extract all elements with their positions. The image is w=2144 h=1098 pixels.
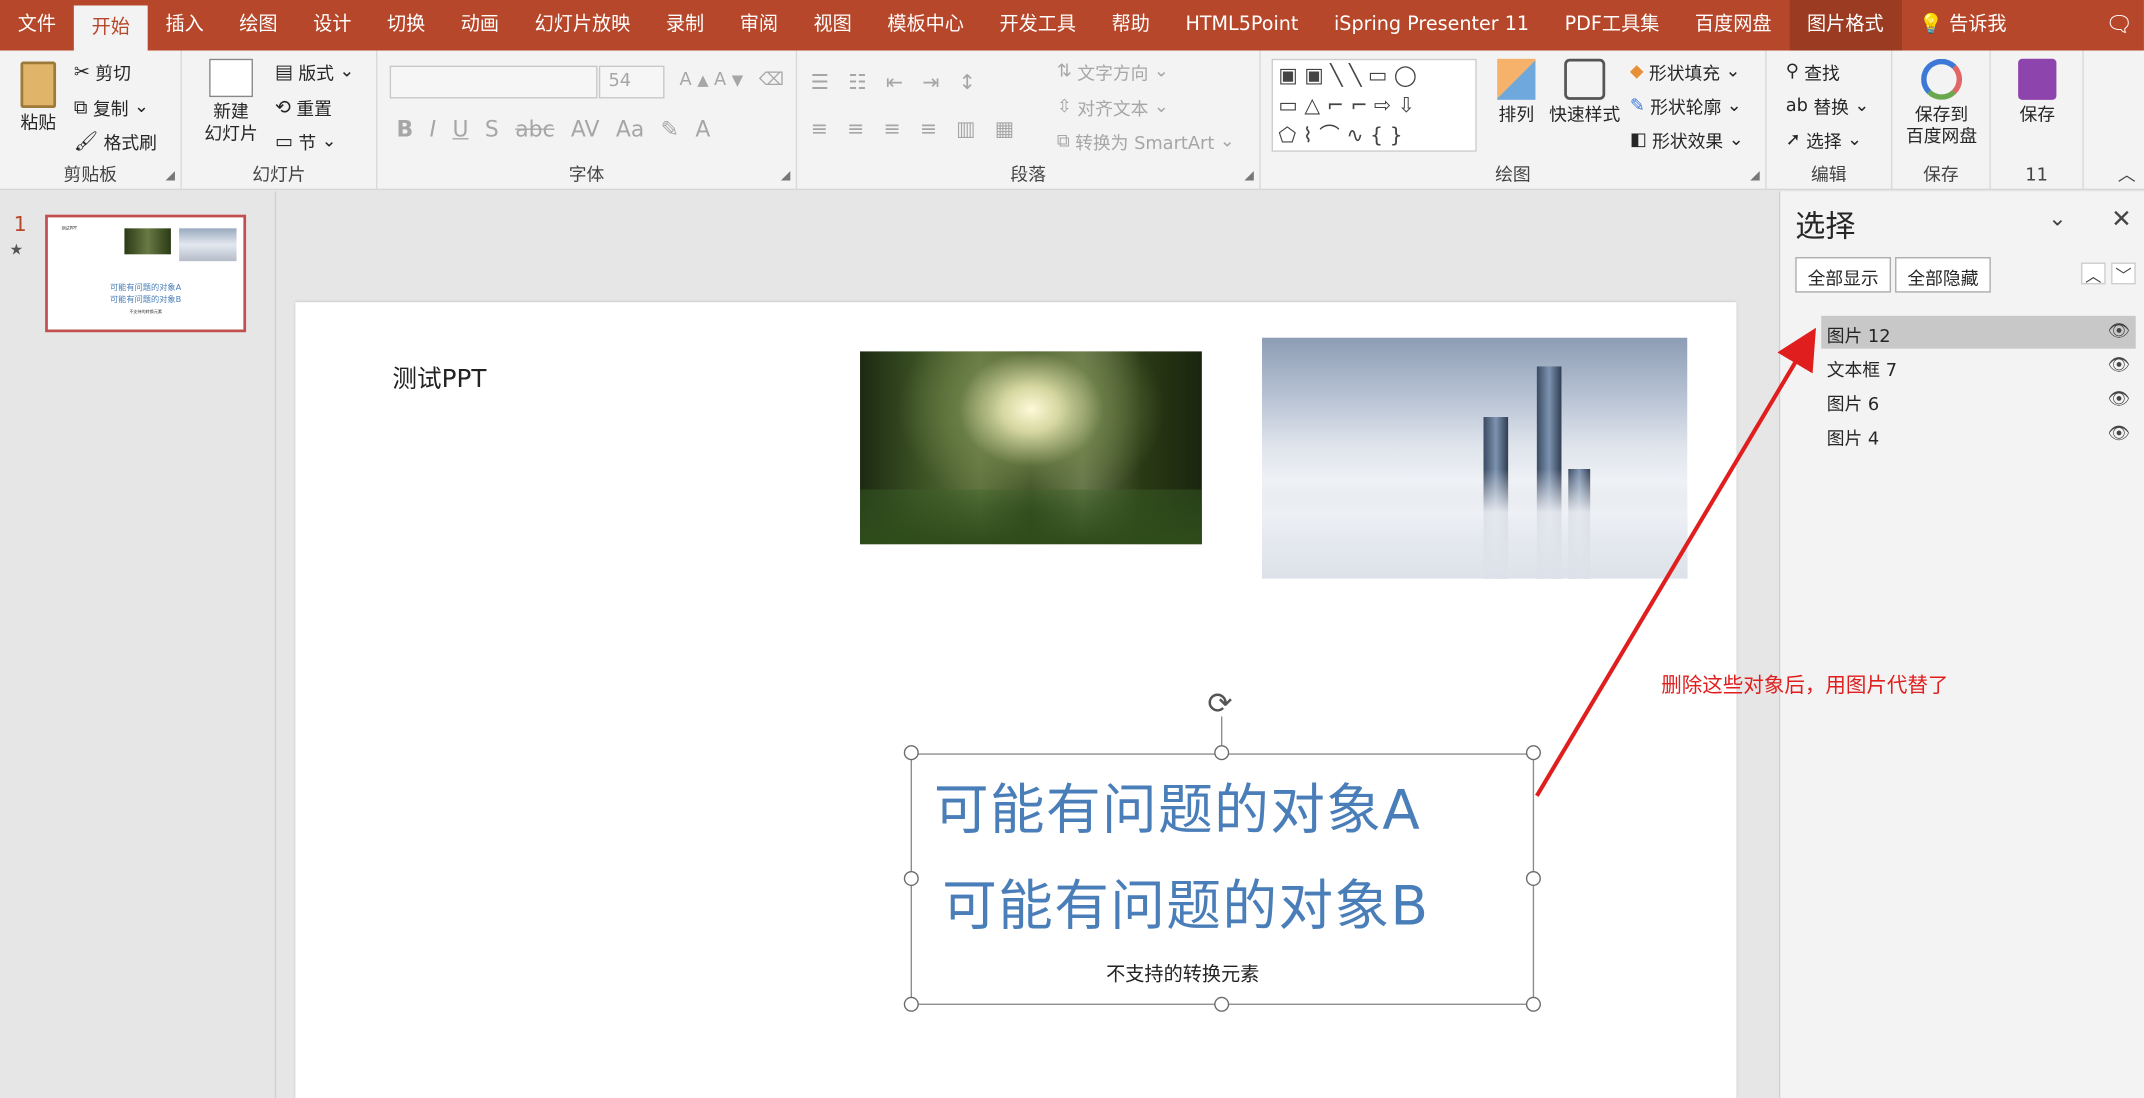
annotation-arrow [1535,327,1816,797]
annotation-text: 删除这些对象后，用图片代替了 [1661,672,1949,698]
